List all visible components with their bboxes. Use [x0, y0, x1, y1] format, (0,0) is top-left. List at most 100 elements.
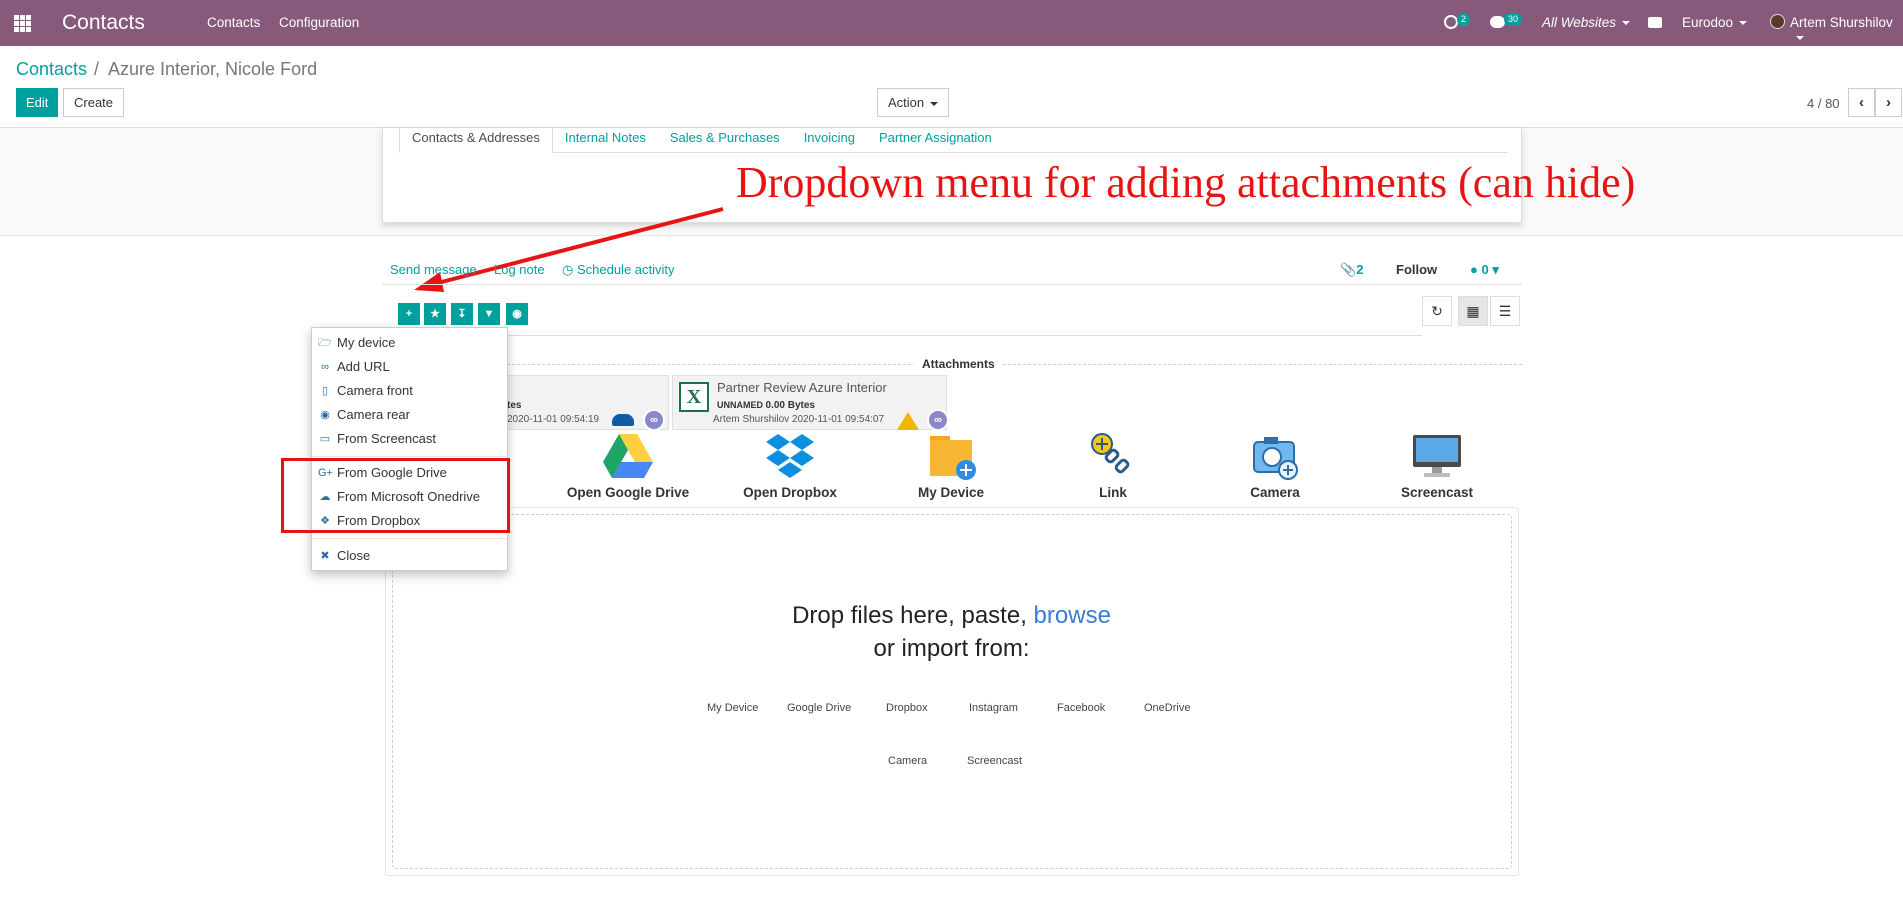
breadcrumb-contacts[interactable]: Contacts	[16, 59, 87, 80]
camera-label: Camera	[1250, 485, 1300, 500]
source-dropbox[interactable]: Dropbox	[886, 702, 928, 714]
camera-icon[interactable]: ◉	[506, 303, 528, 325]
source-camera[interactable]: Camera	[888, 755, 927, 767]
apps-menu-icon[interactable]	[14, 15, 32, 32]
tab-partner-assignation[interactable]: Partner Assignation	[867, 128, 1004, 153]
attachment-card[interactable]: tes 2020-11-01 09:54:19 ∞	[506, 375, 669, 431]
tab-sales-purchases[interactable]: Sales & Purchases	[658, 128, 792, 153]
screencast-button[interactable]: Screencast	[1372, 432, 1502, 502]
grid-icon[interactable]: ▦	[1458, 296, 1488, 326]
toolbar-divider	[400, 335, 1422, 336]
screencast-label: Screencast	[1400, 485, 1474, 500]
attachment-count-button[interactable]: 📎2	[1340, 262, 1363, 278]
menu-item-label: Camera front	[337, 383, 413, 398]
camera-button[interactable]: Camera	[1210, 432, 1340, 502]
company-label: Eurodoo	[1682, 15, 1734, 30]
dropzone-prefix: Drop files here, paste,	[792, 602, 1027, 629]
activity-clock-icon[interactable]	[1444, 15, 1458, 29]
open-dropbox-label: Open Dropbox	[743, 485, 837, 500]
user-name: Artem Shurshilov	[1790, 15, 1893, 30]
follow-button[interactable]: Follow	[1396, 262, 1437, 277]
tab-invoicing[interactable]: Invoicing	[792, 128, 867, 153]
tab-internal-notes[interactable]: Internal Notes	[553, 128, 658, 153]
link-icon[interactable]: ∞	[927, 409, 949, 431]
star-icon[interactable]: ★	[424, 303, 446, 325]
dropzone[interactable]	[392, 514, 1512, 869]
chevron-left-icon[interactable]: ‹	[1848, 88, 1875, 117]
followers-button[interactable]: ● 0 ▾	[1470, 262, 1499, 278]
open-google-drive-button[interactable]: Open Google Drive	[563, 432, 693, 502]
browse-link[interactable]: browse	[1034, 602, 1111, 629]
folder-open-icon: 🗁	[318, 337, 332, 349]
filter-icon[interactable]: ▼	[478, 303, 500, 325]
messages-badge: 30	[1504, 13, 1523, 26]
refresh-icon[interactable]: ↻	[1422, 296, 1452, 326]
schedule-activity-label: Schedule activity	[576, 262, 675, 277]
screenshot-camera-icon[interactable]	[1648, 17, 1662, 28]
source-onedrive[interactable]: OneDrive	[1144, 702, 1190, 714]
attachment-size-value: 0.00 Bytes	[765, 400, 815, 411]
desktop-icon: ▭	[319, 433, 331, 445]
menu-item-close[interactable]: ✖ Close	[312, 545, 507, 567]
camera-plus-icon	[1253, 437, 1298, 480]
edit-button[interactable]: Edit	[16, 88, 59, 117]
app-title[interactable]: Contacts	[62, 11, 145, 35]
source-my-device[interactable]: My Device	[707, 702, 758, 714]
activity-badge: 2	[1457, 13, 1471, 26]
source-screencast[interactable]: Screencast	[967, 755, 1022, 767]
menu-item-screencast[interactable]: ▭ From Screencast	[312, 428, 507, 450]
link-icon: ∞	[321, 361, 329, 373]
download-icon[interactable]: ↧	[451, 303, 473, 325]
open-dropbox-button[interactable]: Open Dropbox	[725, 432, 855, 502]
close-icon: ✖	[320, 550, 330, 562]
plus-icon[interactable]: +	[398, 303, 420, 325]
menu-item-camera-rear[interactable]: ◉ Camera rear	[312, 404, 507, 426]
menu-item-label: Add URL	[337, 359, 390, 374]
user-icon: ●	[1470, 262, 1482, 277]
schedule-activity-button[interactable]: ◷ Schedule activity	[562, 262, 675, 278]
source-google-drive[interactable]: Google Drive	[787, 702, 851, 714]
google-drive-icon	[897, 412, 919, 430]
avatar[interactable]	[1770, 14, 1785, 29]
tab-contacts-addresses[interactable]: Contacts & Addresses	[399, 128, 553, 153]
send-message-button[interactable]: Send message	[390, 262, 477, 277]
link-icon[interactable]: ∞	[643, 409, 665, 431]
menu-item-my-device[interactable]: 🗁 My device	[312, 332, 507, 354]
website-switcher-label: All Websites	[1542, 15, 1617, 30]
monitor-icon	[1413, 435, 1461, 477]
action-button[interactable]: Action	[877, 88, 950, 117]
my-device-button[interactable]: My Device	[886, 432, 1016, 502]
highlight-box	[281, 458, 510, 533]
attachment-size-label: UNNAMED	[717, 400, 763, 410]
menu-configuration[interactable]: Configuration	[279, 15, 359, 30]
company-switcher[interactable]: Eurodoo	[1682, 15, 1748, 30]
log-note-button[interactable]: Log note	[494, 262, 545, 277]
user-menu[interactable]: Artem Shurshilov	[1790, 15, 1903, 45]
excel-file-icon: X	[679, 382, 709, 412]
create-button[interactable]: Create	[63, 88, 125, 117]
pager-value[interactable]: 4 / 80	[1807, 96, 1840, 111]
chain-link-icon	[1091, 433, 1130, 474]
attachment-card[interactable]: X Partner Review Azure Interior UNNAMED …	[672, 375, 949, 431]
source-instagram[interactable]: Instagram	[969, 702, 1018, 714]
website-switcher[interactable]: All Websites	[1542, 15, 1631, 30]
chevron-right-icon[interactable]: ›	[1875, 88, 1902, 117]
menu-item-add-url[interactable]: ∞ Add URL	[312, 356, 507, 378]
menu-item-camera-front[interactable]: ▯ Camera front	[312, 380, 507, 402]
add-attachment-dropdown: 🗁 My device ∞ Add URL ▯ Camera front ◉ Camer…	[311, 327, 508, 571]
link-button[interactable]: Link	[1048, 432, 1178, 502]
onedrive-icon	[612, 414, 634, 426]
source-facebook[interactable]: Facebook	[1057, 702, 1105, 714]
messages-icon[interactable]	[1490, 16, 1505, 28]
attachment-count: 2	[1356, 262, 1364, 277]
menu-contacts[interactable]: Contacts	[207, 15, 260, 30]
dropbox-icon	[766, 434, 814, 478]
list-icon[interactable]: ☰	[1490, 296, 1520, 326]
open-google-drive-label: Open Google Drive	[566, 485, 690, 500]
attachments-title: Attachments	[914, 357, 1003, 371]
link-label: Link	[1099, 485, 1127, 500]
chatter-topbar: Send message Log note ◷ Schedule activit…	[382, 255, 1522, 285]
menu-item-label: From Screencast	[337, 431, 436, 446]
folder-plus-icon	[930, 436, 976, 480]
menu-divider	[312, 456, 507, 457]
